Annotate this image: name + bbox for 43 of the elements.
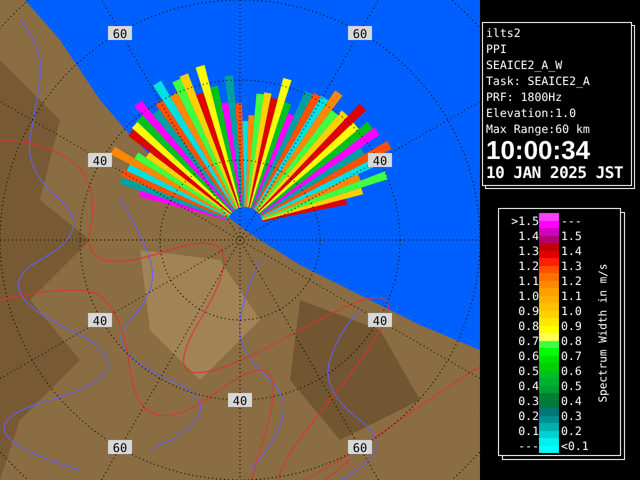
legend-label: 0.8	[560, 334, 583, 348]
legend-label: 1.0	[560, 304, 583, 318]
info-text: PPI	[486, 41, 508, 57]
legend-label: 1.3	[560, 258, 583, 272]
legend-label: 0.1	[517, 424, 539, 438]
legend-label: ---	[560, 214, 583, 228]
info-text: ilts2	[486, 25, 522, 41]
legend-label: 0.5	[517, 364, 539, 378]
legend-label: 1.2	[517, 258, 539, 272]
legend-label: 0.2	[560, 424, 583, 438]
legend-label: 0.4	[560, 394, 583, 408]
legend-label: 0.3	[517, 394, 539, 408]
legend-label: 1.4	[560, 244, 583, 258]
legend-label: 0.7	[517, 334, 539, 348]
legend-label: 1.5	[560, 228, 583, 242]
legend-label: 1.0	[517, 288, 539, 302]
legend-label: >1.5	[510, 214, 539, 228]
time-text: 10:00:34	[486, 137, 592, 163]
legend-label: 0.3	[560, 408, 583, 422]
info-text: Elevation:1.0	[486, 105, 578, 121]
legend-label: 1.2	[560, 274, 583, 288]
legend-label: 0.9	[517, 304, 539, 318]
info-text: PRF: 1800Hz	[486, 89, 564, 105]
info-text: SEAICE2_A_W	[486, 57, 564, 73]
legend-label: 0.2	[517, 408, 539, 422]
legend-label: 1.1	[517, 274, 539, 288]
legend-label: 0.9	[560, 318, 583, 332]
legend-label: 1.3	[517, 244, 539, 258]
legend-label: 0.6	[560, 364, 583, 378]
legend-title: Spectrum Width in m/s	[596, 263, 610, 403]
legend-label: 0.5	[560, 378, 583, 392]
legend-label: 0.8	[517, 318, 539, 332]
legend-label: 1.4	[517, 228, 539, 242]
legend-label: ---	[517, 438, 539, 452]
legend-label: <0.1	[560, 438, 590, 452]
radar-map-drawing: 60 60 40 40 40 40 40 60 60	[0, 0, 480, 480]
legend-label: 0.7	[560, 348, 583, 362]
legend-label: 0.6	[517, 348, 539, 362]
info-text: Max Range:60 km	[486, 121, 591, 137]
legend-label: 0.4	[517, 378, 539, 392]
date-text: 10 JAN 2025 JST	[486, 163, 624, 183]
legend-label: 1.1	[560, 288, 583, 302]
info-text: Task: SEAICE2_A	[486, 73, 591, 89]
